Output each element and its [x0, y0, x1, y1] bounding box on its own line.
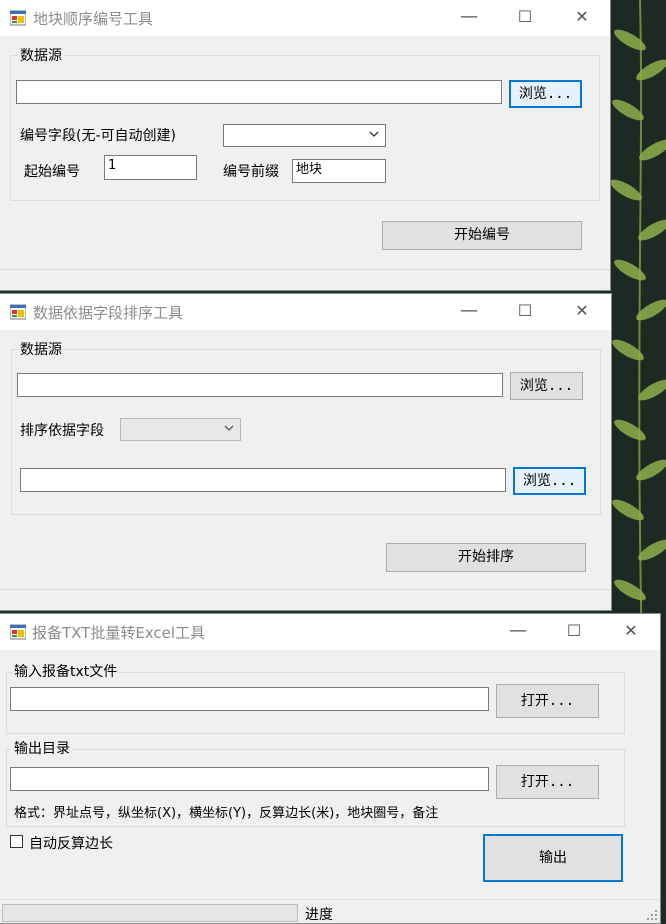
close-button[interactable]: ✕ — [559, 0, 605, 34]
sorting-tool-window: 数据依据字段排序工具 — ☐ ✕ 数据源 浏览... 排序依据字段 浏览... … — [0, 294, 611, 610]
close-button[interactable]: ✕ — [559, 294, 605, 328]
datasource-group-label: 数据源 — [18, 45, 64, 65]
chevron-down-icon — [224, 425, 234, 431]
open-output-button[interactable]: 打开... — [496, 765, 599, 799]
sort-field-label: 排序依据字段 — [20, 423, 104, 439]
titlebar[interactable]: 地块顺序编号工具 — ☐ ✕ — [0, 0, 610, 36]
window-title: 报备TXT批量转Excel工具 — [32, 624, 206, 642]
output-button[interactable]: 输出 — [483, 834, 623, 882]
browse-output-button[interactable]: 浏览... — [513, 467, 586, 495]
prefix-input[interactable]: 地块 — [292, 159, 386, 183]
sort-field-dropdown[interactable] — [120, 418, 241, 441]
start-number-label: 起始编号 — [24, 164, 80, 180]
app-window-icon — [10, 304, 26, 320]
progress-label: 进度 — [305, 907, 333, 923]
status-strip — [0, 589, 611, 610]
minimize-button[interactable]: — — [446, 294, 492, 328]
prefix-label: 编号前缀 — [223, 164, 279, 180]
resize-grip-icon[interactable] — [646, 909, 658, 921]
status-strip — [0, 269, 610, 290]
datasource-path-input[interactable] — [17, 373, 503, 397]
start-numbering-button[interactable]: 开始编号 — [382, 221, 582, 250]
input-file-path[interactable] — [10, 687, 489, 711]
start-sorting-button[interactable]: 开始排序 — [386, 543, 586, 572]
format-hint: 格式：界址点号，纵坐标(X)，横坐标(Y)，反算边长(米)，地块圈号，备注 — [14, 806, 439, 821]
datasource-group-label: 数据源 — [18, 339, 64, 359]
auto-calc-label[interactable]: 自动反算边长 — [29, 833, 113, 853]
minimize-button[interactable]: — — [495, 614, 541, 648]
number-field-label: 编号字段(无-可自动创建) — [20, 128, 176, 144]
input-file-group-label: 输入报备txt文件 — [12, 661, 120, 681]
numbering-tool-window: 地块顺序编号工具 — ☐ ✕ 数据源 浏览... 编号字段(无-可自动创建) 起… — [0, 0, 610, 290]
progress-bar — [2, 904, 298, 922]
window-title: 地块顺序编号工具 — [33, 10, 154, 28]
start-number-input[interactable]: 1 — [104, 155, 197, 180]
browse-button[interactable]: 浏览... — [510, 372, 583, 400]
status-strip: 进度 — [0, 899, 660, 923]
maximize-button[interactable]: ☐ — [551, 614, 597, 648]
minimize-button[interactable]: — — [446, 0, 492, 34]
number-field-dropdown[interactable] — [223, 124, 386, 147]
output-path-input[interactable] — [20, 468, 506, 492]
datasource-path-input[interactable] — [16, 80, 502, 104]
close-button[interactable]: ✕ — [608, 614, 654, 648]
app-window-icon — [10, 10, 26, 26]
titlebar[interactable]: 报备TXT批量转Excel工具 — ☐ ✕ — [0, 614, 660, 650]
app-window-icon — [10, 624, 26, 640]
chevron-down-icon — [369, 131, 379, 137]
converter-tool-window: 报备TXT批量转Excel工具 — ☐ ✕ 输入报备txt文件 打开... 输出… — [0, 614, 660, 923]
open-input-button[interactable]: 打开... — [496, 684, 599, 718]
titlebar[interactable]: 数据依据字段排序工具 — ☐ ✕ — [0, 294, 611, 330]
window-title: 数据依据字段排序工具 — [33, 304, 184, 322]
maximize-button[interactable]: ☐ — [502, 0, 548, 34]
output-dir-path[interactable] — [10, 767, 489, 791]
browse-button[interactable]: 浏览... — [509, 80, 582, 108]
maximize-button[interactable]: ☐ — [502, 294, 548, 328]
output-dir-group-label: 输出目录 — [12, 738, 72, 758]
auto-calc-checkbox[interactable] — [10, 835, 23, 848]
